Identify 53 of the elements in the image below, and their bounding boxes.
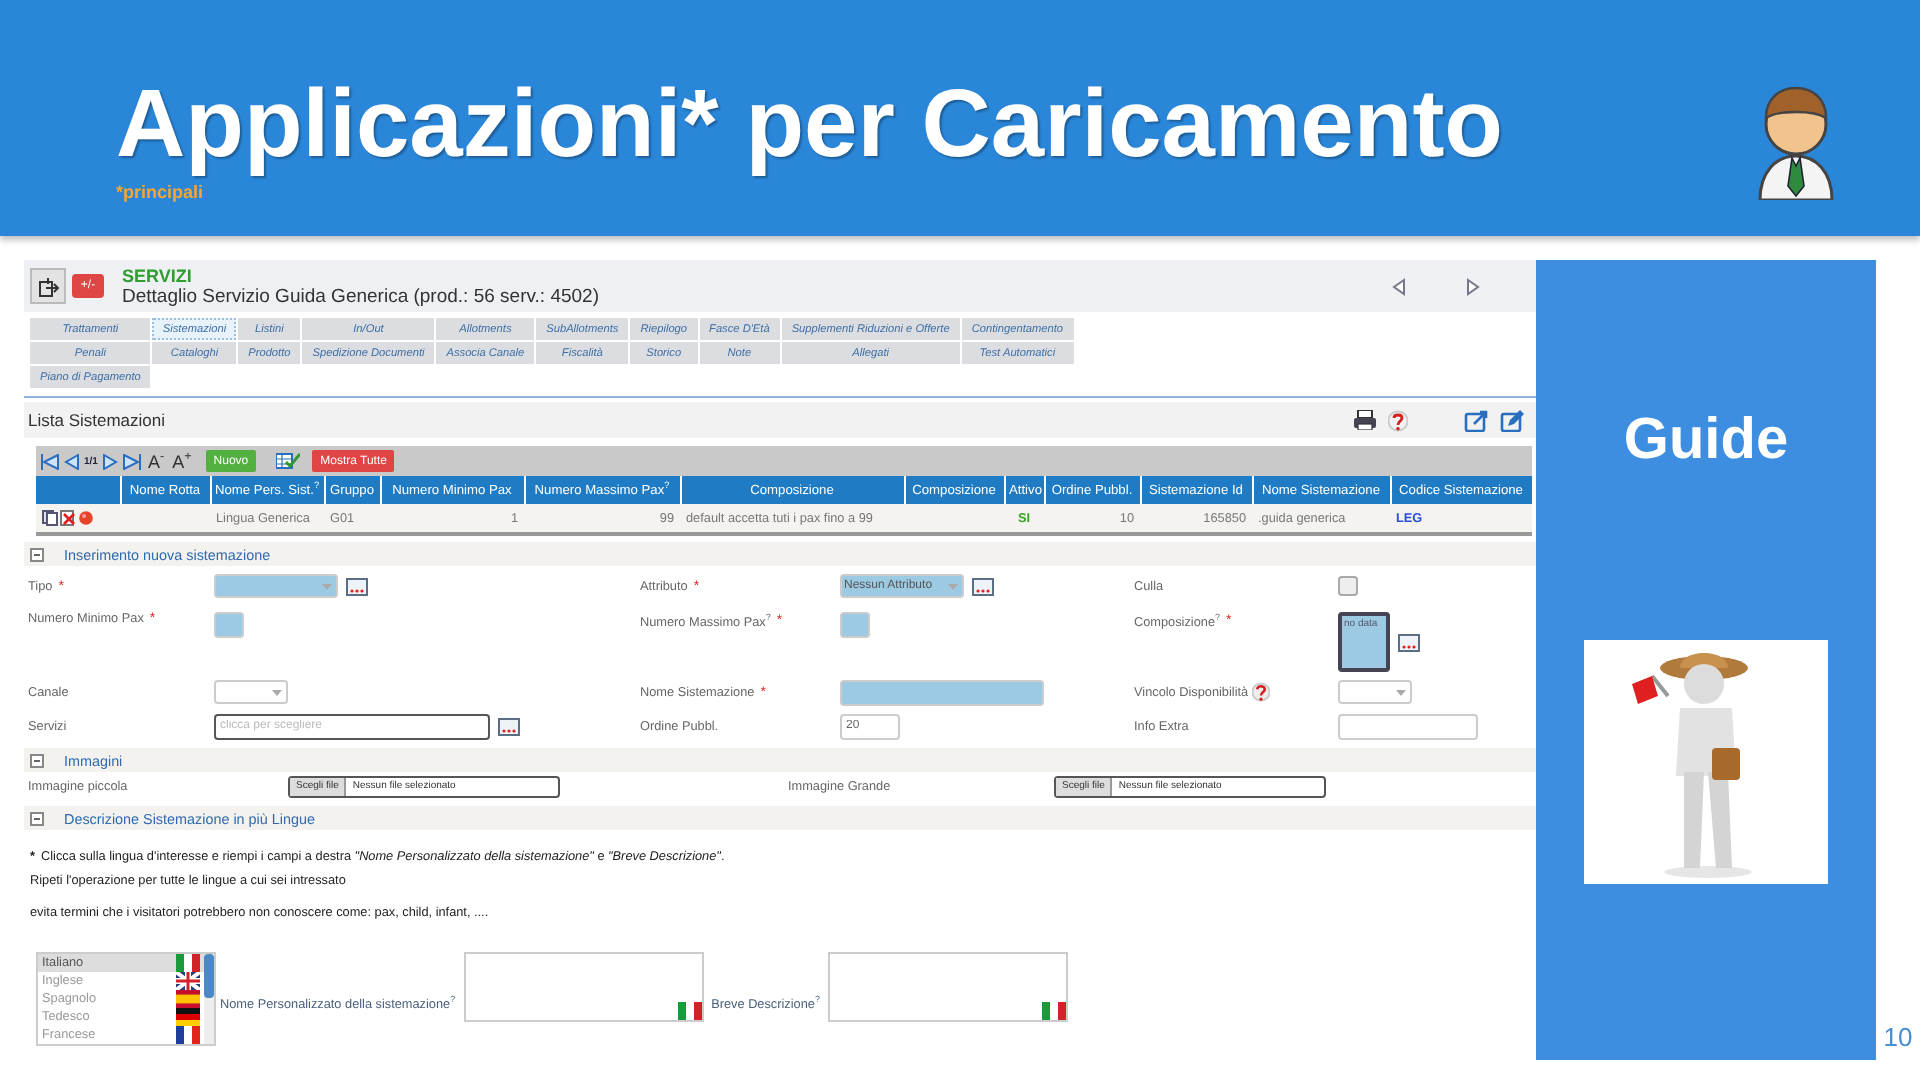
help-icon[interactable] bbox=[1252, 682, 1271, 702]
collapse-icon[interactable] bbox=[30, 811, 44, 825]
font-size-button[interactable]: A$^{-}$ bbox=[145, 450, 167, 472]
exit-button[interactable] bbox=[30, 268, 66, 304]
detail-title: Dettaglio Servizio Guida Generica (prod.: 56 serv.: 4502) bbox=[122, 285, 599, 307]
collapse-icon[interactable] bbox=[30, 547, 44, 561]
help-icon[interactable] bbox=[1388, 409, 1408, 431]
flag-icon bbox=[677, 1002, 702, 1020]
copy-icon[interactable] bbox=[42, 510, 58, 526]
list-title: Lista Sistemazioni bbox=[28, 410, 168, 430]
checkbox[interactable] bbox=[1338, 576, 1358, 596]
page-number: 10 bbox=[1883, 1022, 1913, 1052]
caret-icon bbox=[944, 579, 962, 593]
caret-icon bbox=[268, 685, 286, 699]
previous-page-icon[interactable] bbox=[64, 453, 80, 469]
record-icon[interactable] bbox=[78, 510, 94, 526]
edit-icon[interactable] bbox=[1500, 409, 1524, 431]
panel-heading: Guide bbox=[1623, 408, 1789, 474]
number-field[interactable] bbox=[214, 612, 244, 638]
font-size-button[interactable]: A$^{+}$ bbox=[170, 450, 194, 472]
next-page-icon[interactable] bbox=[101, 453, 118, 469]
previous-icon[interactable] bbox=[1392, 277, 1406, 295]
required-mark: * bbox=[58, 579, 64, 593]
external-link-icon[interactable] bbox=[1464, 409, 1488, 431]
print-icon[interactable] bbox=[1354, 410, 1376, 430]
slide-subtitle: *principali bbox=[116, 182, 204, 202]
flag-icon bbox=[176, 1026, 200, 1044]
first-page-icon[interactable] bbox=[40, 453, 60, 469]
flag-icon bbox=[1041, 1002, 1066, 1020]
picker-icon[interactable] bbox=[972, 577, 994, 595]
number-field[interactable] bbox=[840, 612, 870, 638]
required-mark: * bbox=[149, 612, 156, 626]
exit-icon bbox=[37, 275, 59, 297]
caret-icon bbox=[1392, 685, 1410, 699]
section-title: SERVIZI bbox=[122, 265, 192, 285]
required-mark: * bbox=[1226, 614, 1232, 629]
flag-icon bbox=[176, 1008, 200, 1026]
required-mark: * bbox=[693, 579, 700, 593]
flag-icon bbox=[176, 972, 200, 990]
required-mark: * bbox=[776, 614, 783, 629]
next-icon[interactable] bbox=[1466, 277, 1480, 295]
slide-title: Applicazioni* per Caricamento bbox=[116, 76, 1505, 176]
collapse-icon[interactable] bbox=[30, 753, 44, 767]
delete-icon[interactable] bbox=[60, 510, 76, 526]
grid-check-icon[interactable] bbox=[276, 452, 301, 470]
picker-icon[interactable] bbox=[346, 577, 368, 595]
flag-icon bbox=[176, 954, 200, 972]
flag-icon bbox=[176, 990, 200, 1008]
caret-icon bbox=[318, 579, 336, 593]
last-page-icon[interactable] bbox=[121, 453, 142, 469]
required-mark: * bbox=[760, 685, 766, 699]
picker-icon[interactable] bbox=[498, 717, 520, 735]
picker-icon[interactable] bbox=[1398, 633, 1420, 651]
